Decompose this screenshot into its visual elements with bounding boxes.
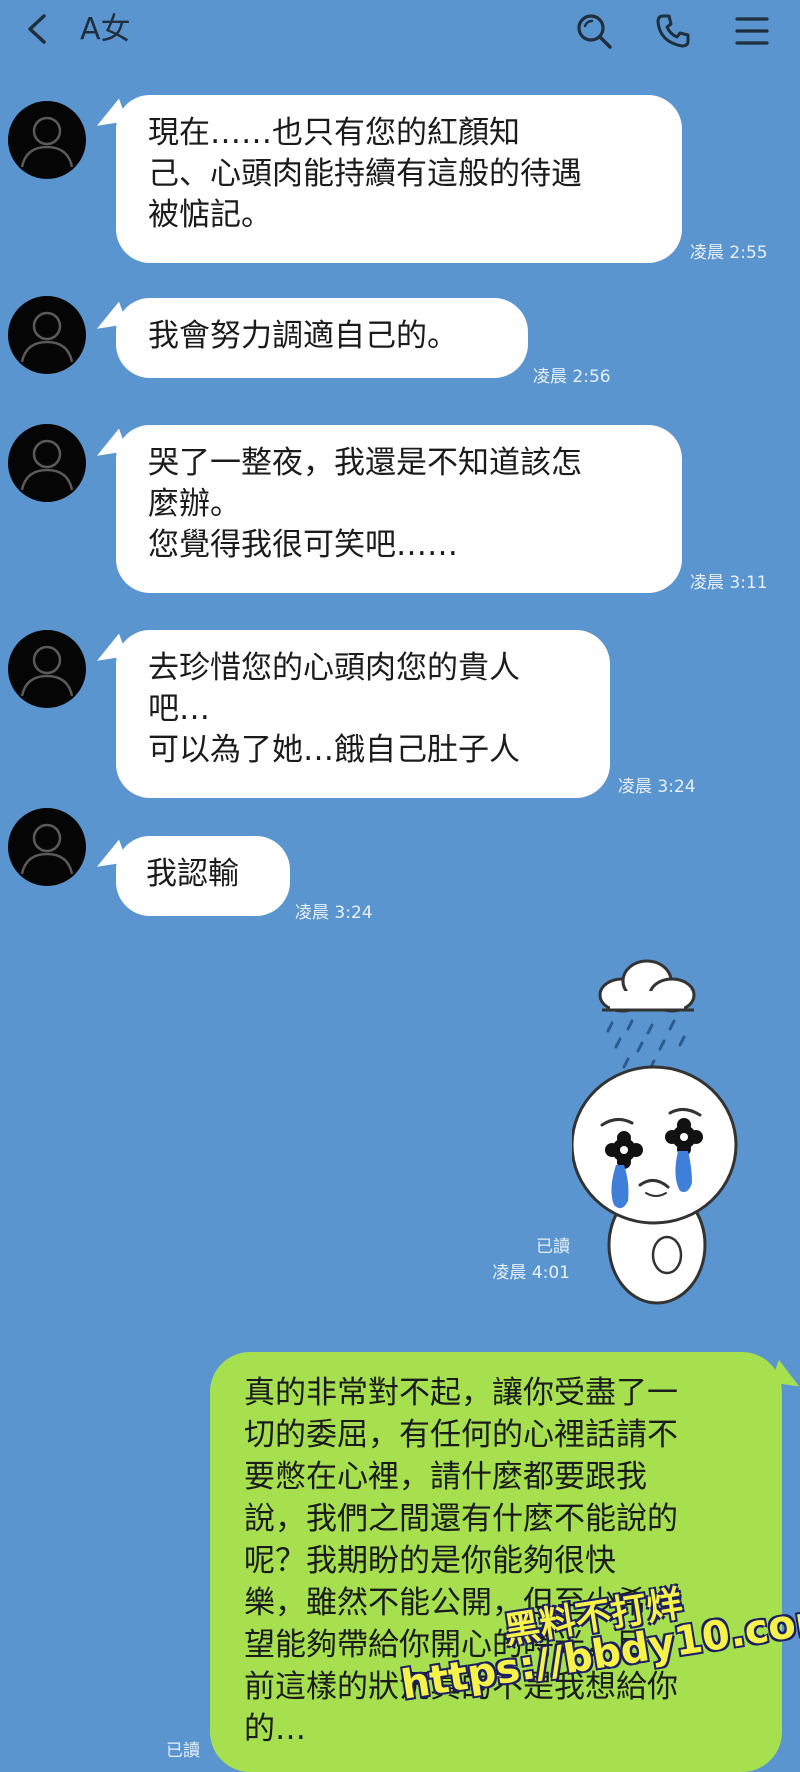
avatar[interactable]: [8, 101, 86, 179]
message-bubble[interactable]: 哭了一整夜，我還是不知道該怎 麼辦。 您覺得我很可笑吧……: [116, 425, 682, 593]
message-time: 凌晨 2:55: [690, 243, 768, 263]
search-icon[interactable]: [575, 12, 613, 50]
chat-title[interactable]: A女: [80, 12, 131, 48]
avatar[interactable]: [8, 296, 86, 374]
message-time: 凌晨 3:11: [690, 573, 768, 593]
phone-icon[interactable]: [654, 12, 692, 50]
user-silhouette-icon: [20, 311, 74, 363]
user-silhouette-icon: [20, 439, 74, 491]
message-bubble[interactable]: 我會努力調適自己的。: [116, 298, 528, 378]
user-silhouette-icon: [20, 645, 74, 697]
message-time: 凌晨 4:01: [492, 1263, 570, 1283]
avatar[interactable]: [8, 424, 86, 502]
message-time: 凌晨 3:24: [295, 903, 373, 923]
user-silhouette-icon: [20, 116, 74, 168]
user-silhouette-icon: [20, 823, 74, 875]
chat-header: A女: [0, 0, 800, 62]
avatar[interactable]: [8, 808, 86, 886]
message-time: 凌晨 3:24: [618, 777, 696, 797]
read-receipt: 已讀: [536, 1237, 570, 1257]
message-bubble[interactable]: 去珍惜您的心頭肉您的貴人 吧… 可以為了她…餓自己肚子人: [116, 630, 610, 798]
message-bubble[interactable]: 我認輸: [116, 836, 290, 916]
menu-icon[interactable]: [733, 12, 771, 50]
avatar[interactable]: [8, 630, 86, 708]
read-receipt: 已讀: [166, 1741, 200, 1761]
back-icon[interactable]: [22, 12, 56, 46]
message-bubble[interactable]: 現在……也只有您的紅顏知 己、心頭肉能持續有這般的待遇 被惦記。: [116, 95, 682, 263]
message-time: 凌晨 2:56: [533, 367, 611, 387]
crying-sticker-icon[interactable]: [572, 955, 772, 1325]
